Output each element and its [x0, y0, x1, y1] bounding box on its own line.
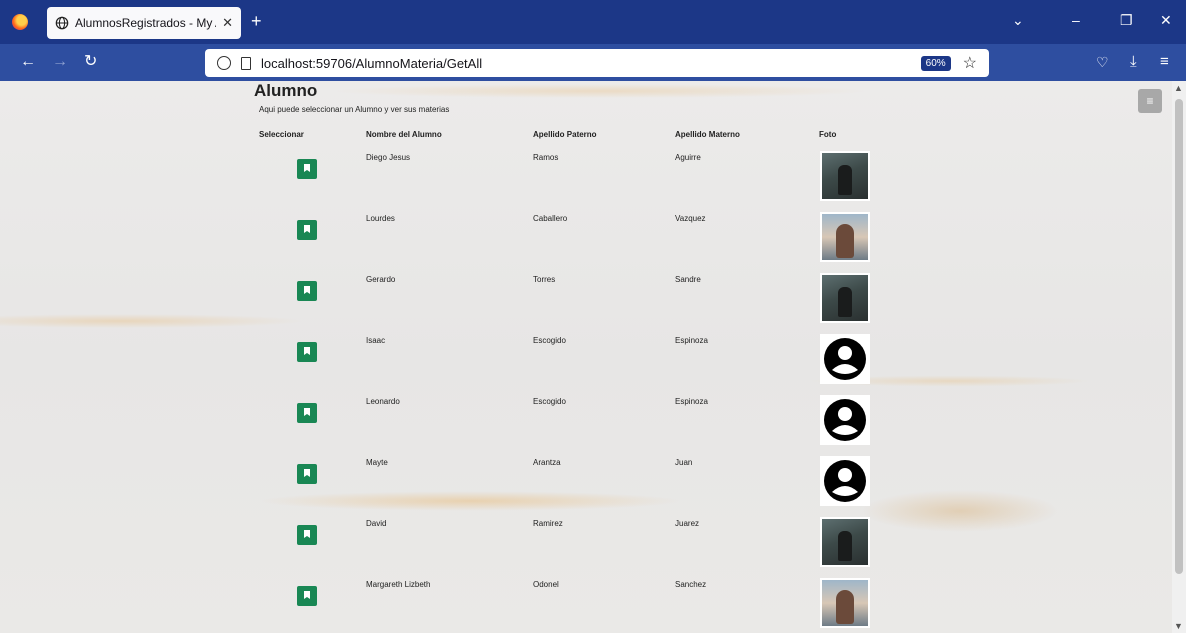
- browser-tab[interactable]: AlumnosRegistrados - My ASP.N ✕: [47, 7, 241, 39]
- student-photo: [820, 151, 870, 201]
- student-photo: [820, 517, 870, 567]
- address-bar[interactable]: localhost:59706/AlumnoMateria/GetAll 60%…: [205, 49, 989, 77]
- cell-materno: Sandre: [675, 275, 701, 284]
- col-header-paterno: Apellido Paterno: [533, 130, 597, 139]
- tab-title: AlumnosRegistrados - My ASP.N: [75, 16, 216, 30]
- forward-icon[interactable]: →: [52, 53, 68, 71]
- default-avatar-icon: [820, 456, 870, 506]
- select-student-button[interactable]: [297, 403, 317, 423]
- cell-materno: Vazquez: [675, 214, 706, 223]
- zoom-indicator[interactable]: 60%: [920, 55, 951, 71]
- cell-nombre: Margareth Lizbeth: [366, 580, 431, 589]
- default-avatar-icon: [820, 395, 870, 445]
- cell-nombre: Diego Jesus: [366, 153, 411, 162]
- tab-list-chevron-icon[interactable]: ⌄: [1012, 12, 1024, 29]
- scroll-up-icon[interactable]: ▲: [1174, 83, 1183, 93]
- select-student-button[interactable]: [297, 342, 317, 362]
- cell-nombre: David: [366, 519, 387, 528]
- table-row: Diego Jesus Ramos Aguirre: [254, 151, 894, 213]
- cell-materno: Juarez: [675, 519, 700, 528]
- firefox-icon[interactable]: [12, 14, 28, 30]
- back-icon[interactable]: ←: [20, 53, 36, 71]
- bookmark-star-icon[interactable]: ☆: [963, 53, 977, 73]
- close-tab-icon[interactable]: ✕: [222, 15, 233, 31]
- globe-icon: [55, 16, 69, 30]
- select-student-button[interactable]: [297, 281, 317, 301]
- close-window-icon[interactable]: ✕: [1160, 12, 1172, 29]
- tab-strip: AlumnosRegistrados - My ASP.N ✕ + ⌄ – ❐ …: [0, 0, 1186, 44]
- page-icon[interactable]: [241, 56, 251, 70]
- table-row: Mayte Arantza Juan: [254, 456, 894, 518]
- select-student-button[interactable]: [297, 159, 317, 179]
- cell-materno: Espinoza: [675, 397, 708, 406]
- student-photo: [820, 273, 870, 323]
- student-photo: [820, 578, 870, 628]
- cell-materno: Juan: [675, 458, 693, 467]
- table-row: Lourdes Caballero Vazquez: [254, 212, 894, 274]
- table-row: Leonardo Escogido Espinoza: [254, 395, 894, 457]
- new-tab-icon[interactable]: +: [251, 12, 262, 30]
- table-row: Margareth Lizbeth Odonel Sanchez: [254, 578, 894, 633]
- cell-nombre: Isaac: [366, 336, 386, 345]
- navigation-toolbar: ← → ↻ localhost:59706/AlumnoMateria/GetA…: [0, 44, 1186, 81]
- page-title: Alumno: [254, 81, 318, 100]
- col-header-materno: Apellido Materno: [675, 130, 740, 139]
- cell-nombre: Gerardo: [366, 275, 396, 284]
- reload-icon[interactable]: ↻: [84, 53, 97, 71]
- cell-materno: Aguirre: [675, 153, 701, 162]
- cell-nombre: Leonardo: [366, 397, 400, 406]
- cell-paterno: Torres: [533, 275, 556, 284]
- student-photo: [820, 212, 870, 262]
- col-header-foto: Foto: [819, 130, 837, 139]
- default-avatar-icon: [820, 334, 870, 384]
- cell-paterno: Odonel: [533, 580, 559, 589]
- cell-paterno: Ramirez: [533, 519, 563, 528]
- url-text[interactable]: localhost:59706/AlumnoMateria/GetAll: [261, 56, 921, 71]
- scroll-down-icon[interactable]: ▼: [1174, 621, 1183, 631]
- restore-icon[interactable]: ❐: [1120, 12, 1133, 29]
- table-row: David Ramirez Juarez: [254, 517, 894, 579]
- cell-paterno: Ramos: [533, 153, 559, 162]
- cell-nombre: Mayte: [366, 458, 388, 467]
- cell-materno: Espinoza: [675, 336, 708, 345]
- scrollbar-thumb[interactable]: [1175, 99, 1183, 574]
- col-header-seleccionar: Seleccionar: [259, 130, 304, 139]
- select-student-button[interactable]: [297, 220, 317, 240]
- pocket-icon[interactable]: ♡: [1096, 53, 1109, 71]
- cell-materno: Sanchez: [675, 580, 707, 589]
- table-row: Gerardo Torres Sandre: [254, 273, 894, 335]
- select-student-button[interactable]: [297, 464, 317, 484]
- page-subtitle: Aqui puede seleccionar un Alumno y ver s…: [259, 105, 450, 114]
- select-student-button[interactable]: [297, 586, 317, 606]
- col-header-nombre: Nombre del Alumno: [366, 130, 442, 139]
- select-student-button[interactable]: [297, 525, 317, 545]
- table-row: Isaac Escogido Espinoza: [254, 334, 894, 396]
- downloads-icon[interactable]: ⤓: [1130, 53, 1137, 71]
- cell-nombre: Lourdes: [366, 214, 395, 223]
- tracking-protection-icon[interactable]: [217, 56, 231, 70]
- app-menu-icon[interactable]: ≡: [1160, 53, 1169, 71]
- hamburger-menu-icon[interactable]: ≡: [1138, 89, 1162, 113]
- cell-paterno: Escogido: [533, 397, 566, 406]
- cell-paterno: Caballero: [533, 214, 568, 223]
- cell-paterno: Arantza: [533, 458, 561, 467]
- minimize-icon[interactable]: –: [1072, 12, 1080, 28]
- cell-paterno: Escogido: [533, 336, 566, 345]
- page-scrollbar[interactable]: ▲ ▼: [1172, 81, 1186, 633]
